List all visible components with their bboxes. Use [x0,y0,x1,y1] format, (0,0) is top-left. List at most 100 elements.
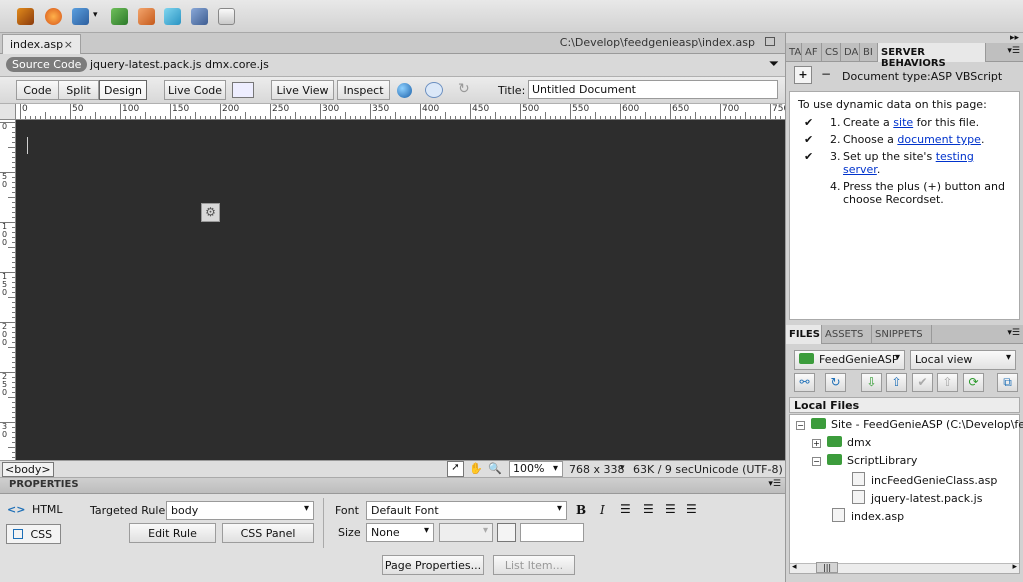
tab-server-behaviors[interactable]: SERVER BEHAVIORS [878,43,986,69]
tab-ta[interactable]: TA [786,43,802,62]
related-source-code[interactable]: Source Code [6,57,88,72]
add-behavior-button[interactable]: + [794,66,812,84]
color-input[interactable] [520,523,584,542]
collapse-icon[interactable]: ▸▸ [1010,33,1019,43]
tree-file-jquery[interactable]: jquery-latest.pack.js [852,490,982,505]
close-icon[interactable]: × [64,38,73,51]
design-canvas[interactable] [16,120,785,460]
text-caret [27,137,28,154]
site-icon[interactable] [138,8,155,25]
visual-aids-icon[interactable] [425,82,443,98]
scroll-thumb[interactable]: ||| [816,562,839,573]
script-widget-icon[interactable]: ⚙ [201,203,220,222]
files-tab-bar: FILES ASSETS SNIPPETS ▾☰ [786,325,1023,344]
panel-menu-icon[interactable]: ▾☰ [1007,46,1020,56]
check-in-icon[interactable]: ⇧ [937,373,958,392]
filter-icon[interactable]: ⏷ [769,57,779,72]
refresh-icon[interactable]: ↻ [458,81,470,97]
related-dmx-core[interactable]: dmx.core.js [205,58,269,71]
restore-icon[interactable] [765,37,775,46]
tab-da[interactable]: DA [841,43,860,62]
select-tool-icon[interactable]: ➚ [447,461,464,477]
panel-menu-icon[interactable]: ▾☰ [1007,328,1020,338]
refresh-icon[interactable]: ↻ [825,373,846,392]
css-mode-button[interactable]: CSS [6,524,61,544]
collapse-icon[interactable]: − [812,457,821,466]
align-left-icon[interactable]: ☰ [620,502,631,516]
scroll-right-icon[interactable]: ▸ [1012,562,1017,572]
tab-cs[interactable]: CS [822,43,841,62]
tab-af[interactable]: AF [802,43,822,62]
code-view-button[interactable]: Code [16,80,59,100]
check-out-icon[interactable]: ✔ [912,373,933,392]
related-jquery[interactable]: jquery-latest.pack.js [90,58,201,71]
tree-folder-dmx[interactable]: + dmx [812,436,871,449]
globe-icon[interactable] [397,83,412,98]
chevron-down-icon[interactable]: ▾ [93,10,98,20]
expand-panel-icon[interactable]: ⧉ [997,373,1018,392]
check-icon: ✔ [804,133,814,146]
workspace-icon[interactable] [164,8,181,25]
app-icon[interactable] [17,8,34,25]
site-link[interactable]: site [893,116,913,129]
color-picker[interactable] [497,523,516,542]
tree-site-root[interactable]: − Site - FeedGenieASP (C:\Develop\fee... [796,418,1023,431]
edit-rule-button[interactable]: Edit Rule [129,523,216,543]
image-icon[interactable] [191,8,208,25]
tree-folder-scriptlibrary[interactable]: − ScriptLibrary [812,454,917,467]
italic-icon[interactable]: I [600,503,605,517]
html-mode-button[interactable]: <> HTML [7,503,63,516]
put-files-icon[interactable]: ⇧ [886,373,907,392]
ruler-tick [260,116,261,119]
window-size[interactable]: 768 x 338 [569,463,625,476]
design-view-button[interactable]: Design [99,80,147,100]
tree-file-index[interactable]: index.asp [832,508,904,523]
ruler-tick [95,112,96,119]
site-select[interactable]: FeedGenieASP [794,350,905,370]
tab-index-asp[interactable]: index.asp × [2,34,81,54]
panel-menu-icon[interactable]: ▾☰ [768,479,781,489]
title-input[interactable]: Untitled Document [528,80,778,99]
layout-icon[interactable] [72,8,89,25]
inspect-button[interactable]: Inspect [337,80,390,100]
split-view-button[interactable]: Split [58,80,99,100]
document-type-link[interactable]: document type [897,133,981,146]
expand-icon[interactable]: + [812,439,821,448]
css-panel-button[interactable]: CSS Panel [222,523,314,543]
tab-bi[interactable]: BI [860,43,878,62]
browser-icon[interactable] [45,8,62,25]
hand-tool-icon[interactable]: ✋ [469,462,483,475]
tab-assets[interactable]: ASSETS [822,325,872,344]
live-view-button[interactable]: Live View [271,80,334,100]
bold-icon[interactable]: B [576,503,586,517]
horizontal-scrollbar[interactable]: ◂ ||| ▸ [790,562,1019,573]
targeted-rule-select[interactable]: body [166,501,314,520]
tree-file-incfeedgenieclass[interactable]: incFeedGenieClass.asp [852,472,997,487]
align-right-icon[interactable]: ☰ [665,502,676,516]
tab-files[interactable]: FILES [786,325,822,344]
file-management-icon[interactable] [232,82,254,98]
get-files-icon[interactable]: ⇩ [861,373,882,392]
ruler-tick [12,392,15,393]
justify-icon[interactable]: ☰ [686,502,697,516]
tab-snippets[interactable]: SNIPPETS [872,325,932,344]
tag-selector-body[interactable]: <body> [2,462,54,477]
page-properties-button[interactable]: Page Properties... [382,555,484,575]
zoom-select[interactable]: 100% [509,461,563,477]
zoom-tool-icon[interactable]: 🔍 [488,462,502,475]
scroll-left-icon[interactable]: ◂ [792,562,797,572]
view-select[interactable]: Local view [910,350,1016,370]
synchronize-icon[interactable]: ⟳ [963,373,984,392]
live-code-button[interactable]: Live Code [164,80,226,100]
size-select[interactable]: None [366,523,434,542]
align-center-icon[interactable]: ☰ [643,502,654,516]
ruler-tick [490,116,491,119]
ruler-tick [565,116,566,119]
collapse-icon[interactable]: − [796,421,805,430]
remove-behavior-button[interactable]: − [821,67,831,81]
connect-icon[interactable]: ⚯ [794,373,815,392]
extension-icon[interactable] [111,8,128,25]
chevron-down-icon[interactable]: ▾ [620,463,625,473]
font-select[interactable]: Default Font [366,501,567,520]
document-icon[interactable] [218,8,235,25]
